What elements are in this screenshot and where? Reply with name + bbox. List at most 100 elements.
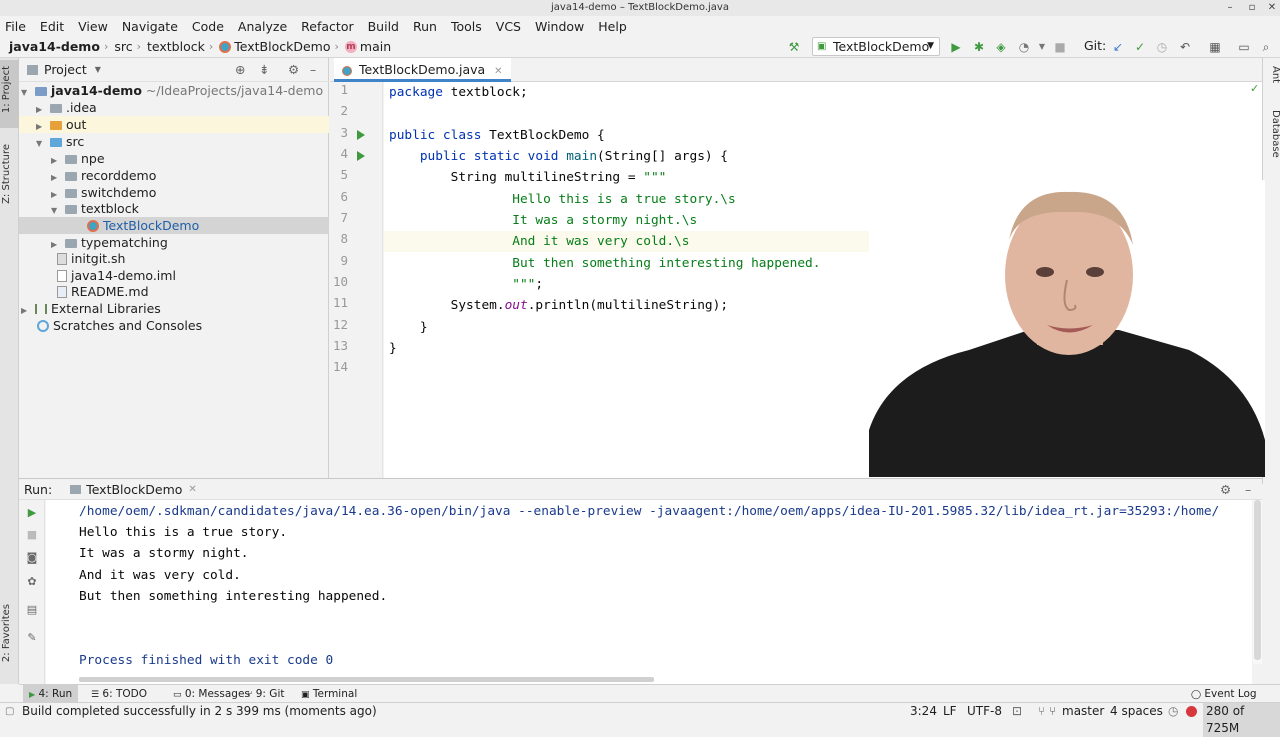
no-problems-check-icon[interactable]: ✓: [1250, 82, 1259, 95]
menu-build[interactable]: Build: [368, 19, 399, 34]
scratches-icon: [36, 320, 49, 332]
tab-favorites[interactable]: 2: Favorites: [1, 604, 18, 662]
menu-edit[interactable]: Edit: [40, 19, 64, 34]
memory-indicator[interactable]: 280 of 725M: [1203, 703, 1280, 737]
tree-item-npe[interactable]: ▶ npe: [19, 150, 329, 167]
git-branch[interactable]: master: [1062, 703, 1104, 720]
gear-icon[interactable]: ⚙: [1220, 482, 1231, 497]
horizontal-scrollbar[interactable]: [79, 677, 654, 682]
tree-item-idea[interactable]: ▶ .idea: [19, 99, 329, 116]
presentation-icon[interactable]: ▭: [1236, 39, 1252, 55]
breadcrumb-src[interactable]: src: [114, 39, 132, 54]
menu-tools[interactable]: Tools: [451, 19, 482, 34]
menu-view[interactable]: View: [78, 19, 108, 34]
git-commit-icon[interactable]: ✓: [1132, 39, 1148, 55]
scrollbar-thumb[interactable]: [1254, 500, 1261, 660]
breadcrumb-project[interactable]: java14-demo: [9, 39, 100, 54]
tree-item-external-libraries[interactable]: ▶ External Libraries: [19, 300, 329, 317]
profile-icon[interactable]: ◔: [1016, 39, 1032, 55]
caret-position[interactable]: 3:24: [910, 703, 937, 720]
menu-window[interactable]: Window: [535, 19, 584, 34]
menu-file[interactable]: File: [5, 19, 26, 34]
tab-structure[interactable]: Z: Structure: [1, 144, 18, 204]
coverage-icon[interactable]: ◈: [993, 39, 1009, 55]
hide-panel-icon[interactable]: –: [1245, 482, 1251, 497]
run-config-icon: [70, 484, 82, 494]
tree-item-project-root[interactable]: ▼ java14-demo ~/IdeaProjects/java14-demo: [19, 82, 329, 99]
build-hammer-icon[interactable]: ⚒: [786, 39, 802, 55]
tree-item-textblock[interactable]: ▼ textblock: [19, 200, 329, 217]
settings-icon[interactable]: ✿: [24, 574, 40, 590]
project-structure-icon[interactable]: ▦: [1207, 39, 1223, 55]
lock-icon[interactable]: ⊡: [1012, 703, 1022, 720]
tab-todo[interactable]: ☰ 6: TODO: [85, 685, 153, 703]
pin-icon[interactable]: ✎: [24, 630, 40, 646]
rerun-icon[interactable]: ▶: [24, 505, 40, 521]
layout-icon[interactable]: ▤: [24, 602, 40, 618]
editor-tab-textblockdemo[interactable]: TextBlockDemo.java ✕: [334, 58, 511, 82]
run-config-selector[interactable]: ▣ TextBlockDemo ▼: [812, 37, 940, 56]
menu-refactor[interactable]: Refactor: [301, 19, 353, 34]
rollback-icon[interactable]: ↶: [1177, 39, 1193, 55]
project-panel-title[interactable]: Project: [44, 62, 87, 77]
search-everywhere-icon[interactable]: ⌕: [1258, 39, 1274, 55]
tab-git[interactable]: ⑂ 9: Git: [241, 685, 290, 703]
vertical-scrollbar[interactable]: [1253, 500, 1262, 664]
tab-ant[interactable]: Ant: [1264, 66, 1280, 83]
tree-item-recorddemo[interactable]: ▶ recorddemo: [19, 167, 329, 184]
close-icon[interactable]: ✕: [188, 484, 196, 495]
debug-icon[interactable]: ✱: [971, 39, 987, 55]
tree-item-initgit[interactable]: initgit.sh: [19, 250, 329, 267]
gear-icon[interactable]: ⚙: [288, 62, 299, 77]
menu-analyze[interactable]: Analyze: [238, 19, 287, 34]
git-update-icon[interactable]: ↙: [1110, 39, 1126, 55]
collapse-all-icon[interactable]: ⇟: [259, 62, 269, 77]
close-window-button[interactable]: ✕: [1262, 0, 1280, 16]
maximize-button[interactable]: ▫: [1242, 0, 1262, 16]
inspector-icon[interactable]: ◷: [1168, 703, 1178, 720]
line-separator[interactable]: LF: [943, 703, 957, 720]
menu-run[interactable]: Run: [413, 19, 437, 34]
menu-navigate[interactable]: Navigate: [122, 19, 178, 34]
run-tab-label[interactable]: TextBlockDemo: [86, 482, 182, 497]
menu-help[interactable]: Help: [598, 19, 627, 34]
history-icon[interactable]: ◷: [1154, 39, 1170, 55]
tree-item-iml[interactable]: java14-demo.iml: [19, 267, 329, 284]
camera-icon[interactable]: ◙: [24, 550, 40, 566]
locate-icon[interactable]: ⊕: [235, 62, 245, 77]
breadcrumb-class[interactable]: TextBlockDemo: [234, 39, 330, 54]
run-console[interactable]: /home/oem/.sdkman/candidates/java/14.ea.…: [46, 500, 1252, 684]
close-icon[interactable]: ✕: [494, 66, 502, 77]
tree-item-src[interactable]: ▼ src: [19, 133, 329, 150]
hide-panel-icon[interactable]: –: [310, 62, 316, 77]
stop-icon[interactable]: ■: [1052, 39, 1068, 55]
event-log-button[interactable]: ◯ Event Log: [1185, 685, 1263, 703]
run-main-gutter-icon[interactable]: [357, 151, 365, 161]
menu-vcs[interactable]: VCS: [496, 19, 521, 34]
chevron-down-icon[interactable]: ▼: [95, 65, 101, 74]
file-encoding[interactable]: UTF-8: [967, 703, 1002, 720]
tree-item-readme[interactable]: README.md: [19, 283, 329, 300]
status-message[interactable]: Build completed successfully in 2 s 399 …: [22, 703, 377, 720]
minimize-button[interactable]: –: [1220, 0, 1240, 16]
tab-database[interactable]: Database: [1264, 110, 1280, 158]
tree-item-typematching[interactable]: ▶ typematching: [19, 234, 329, 251]
run-icon[interactable]: ▶: [948, 39, 964, 55]
tab-project[interactable]: 1: Project: [1, 66, 18, 113]
tab-terminal[interactable]: ▣ Terminal: [295, 685, 363, 703]
chevron-down-icon[interactable]: ▼: [1034, 39, 1050, 55]
breadcrumb-package[interactable]: textblock: [147, 39, 205, 54]
tree-item-textblockdemo[interactable]: TextBlockDemo: [19, 217, 329, 234]
menu-code[interactable]: Code: [192, 19, 224, 34]
stop-icon[interactable]: ■: [24, 527, 40, 543]
tree-item-scratches[interactable]: Scratches and Consoles: [19, 317, 329, 334]
event-log-label: Event Log: [1204, 688, 1257, 700]
status-toggle-icon[interactable]: ▢: [5, 703, 14, 720]
tree-item-switchdemo[interactable]: ▶ switchdemo: [19, 184, 329, 201]
run-class-gutter-icon[interactable]: [357, 130, 365, 140]
tab-run[interactable]: ▶ 4: Run: [23, 685, 79, 703]
breadcrumb-method[interactable]: main: [360, 39, 391, 54]
tree-item-out[interactable]: ▶ out: [19, 116, 329, 133]
error-indicator-icon[interactable]: [1186, 706, 1197, 717]
indent-setting[interactable]: 4 spaces: [1110, 703, 1163, 720]
